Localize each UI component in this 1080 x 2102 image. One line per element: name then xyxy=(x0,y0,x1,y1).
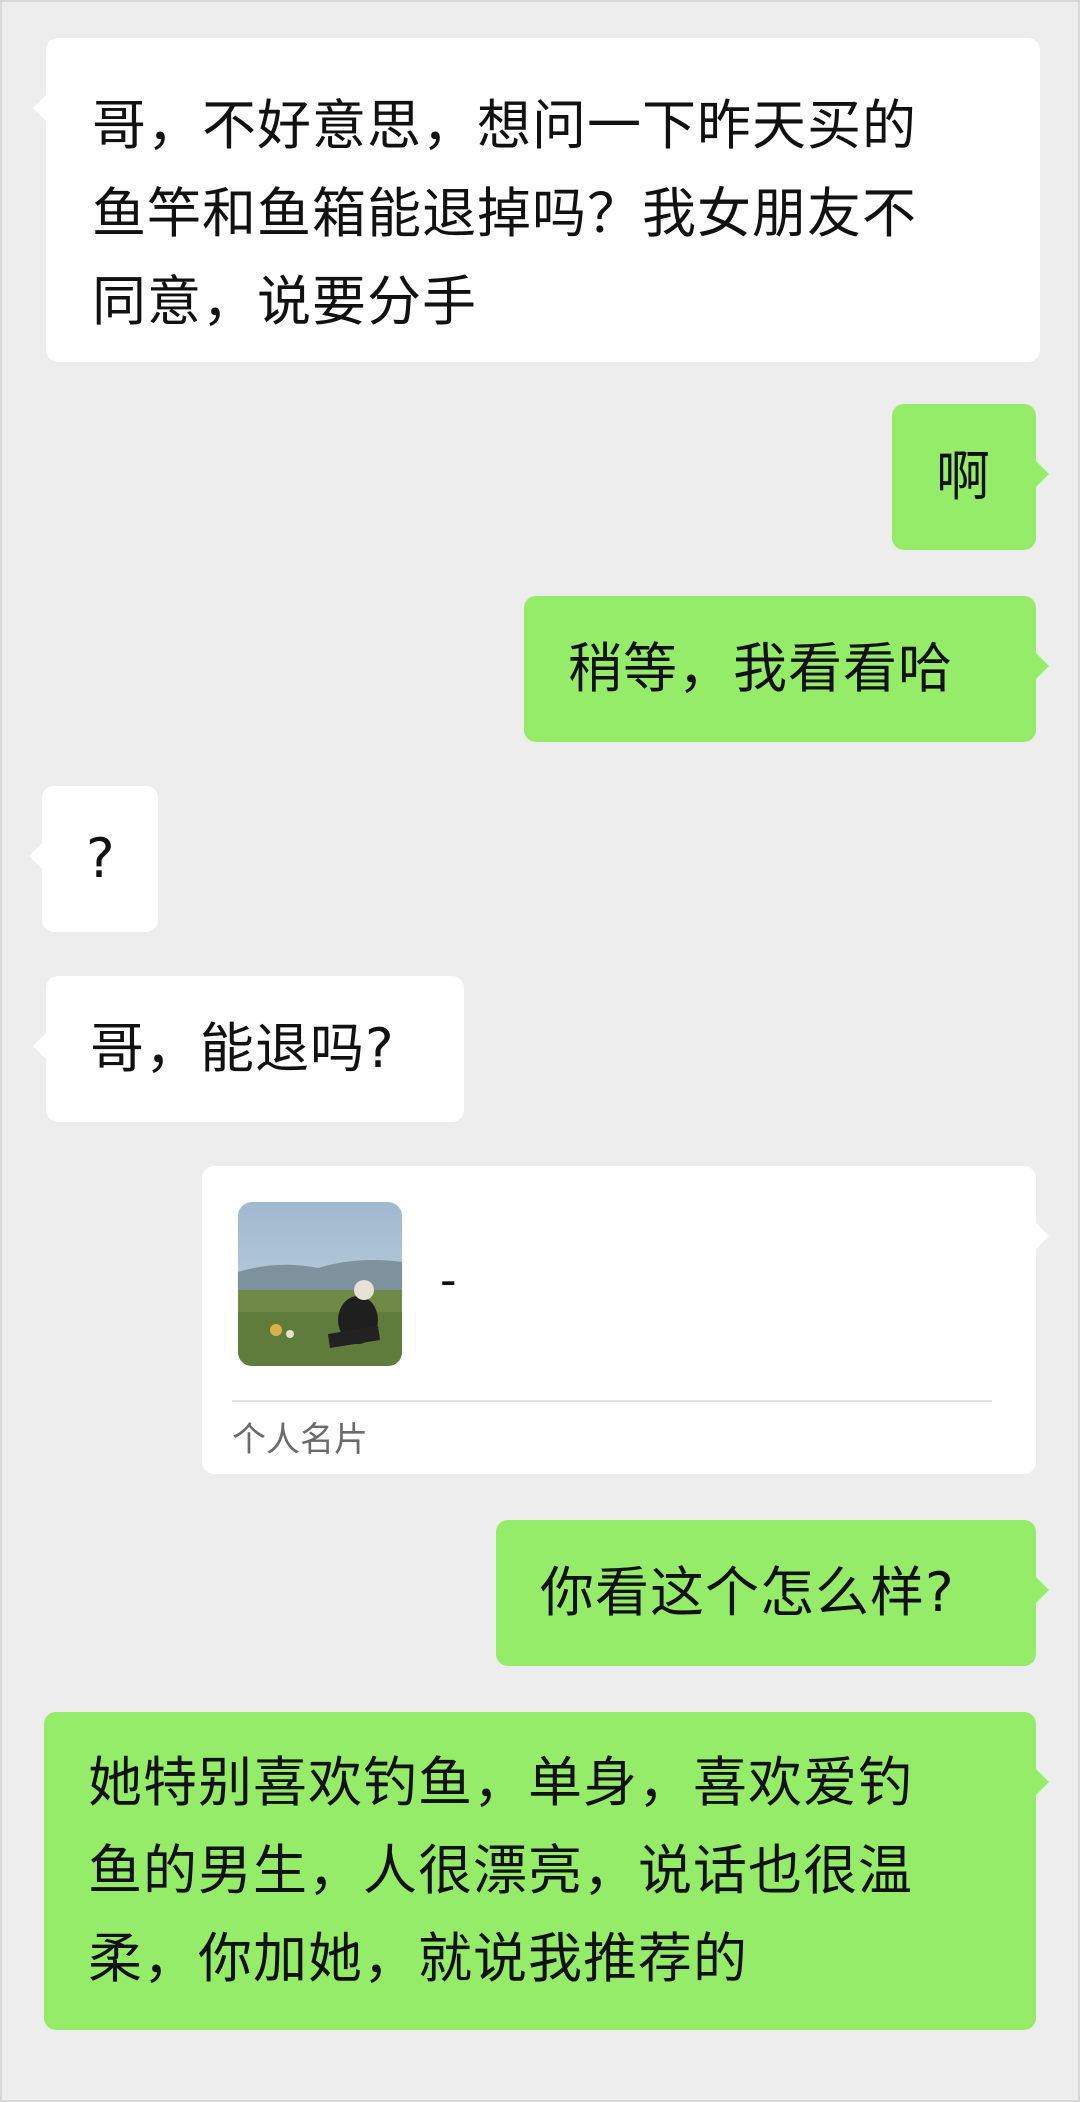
message-text: 哥，能退吗? xyxy=(90,1017,395,1080)
contact-name: - xyxy=(440,1253,457,1307)
message-text: 啊 xyxy=(936,445,991,508)
contact-photo-image xyxy=(238,1202,402,1366)
card-divider xyxy=(232,1400,992,1402)
message-incoming[interactable]: 哥，能退吗? xyxy=(33,976,464,1122)
message-outgoing[interactable]: 稍等，我看看哈 xyxy=(524,596,1049,742)
message-incoming[interactable]: ? xyxy=(29,786,158,932)
message-text: ? xyxy=(86,827,116,890)
contact-avatar xyxy=(238,1202,402,1366)
message-text: 你看这个怎么样? xyxy=(540,1561,955,1624)
message-text: 哥，不好意思，想问一下昨天买的 鱼竿和鱼箱能退掉吗？我女朋友不 同意，说要分手 xyxy=(92,94,917,333)
chat-thread[interactable]: 哥，不好意思，想问一下昨天买的 鱼竿和鱼箱能退掉吗？我女朋友不 同意，说要分手 … xyxy=(0,0,1080,2102)
contact-card-label: 个人名片 xyxy=(232,1420,368,1460)
contact-card[interactable]: - 个人名片 xyxy=(202,1166,1049,1474)
message-outgoing[interactable]: 啊 xyxy=(892,404,1049,550)
message-text: 她特别喜欢钓鱼，单身，喜欢爱钓 鱼的男生，人很漂亮，说话也很温 柔，你加她，就说… xyxy=(88,1751,913,1990)
message-text: 稍等，我看看哈 xyxy=(568,637,953,700)
message-incoming[interactable]: 哥，不好意思，想问一下昨天买的 鱼竿和鱼箱能退掉吗？我女朋友不 同意，说要分手 xyxy=(33,38,1040,362)
message-outgoing[interactable]: 她特别喜欢钓鱼，单身，喜欢爱钓 鱼的男生，人很漂亮，说话也很温 柔，你加她，就说… xyxy=(44,1712,1049,2030)
message-outgoing[interactable]: 你看这个怎么样? xyxy=(496,1520,1049,1666)
